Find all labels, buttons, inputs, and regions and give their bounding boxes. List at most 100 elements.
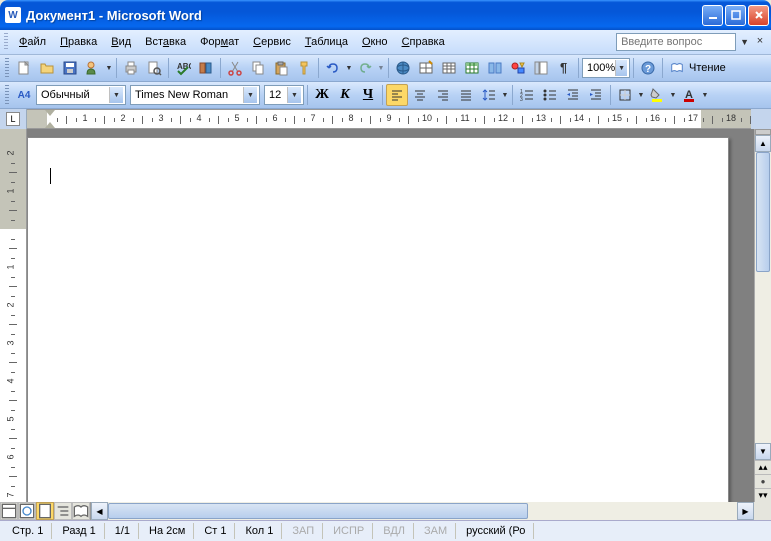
status-pages[interactable]: 1/1 — [107, 523, 139, 539]
close-button[interactable] — [748, 5, 769, 26]
research-button[interactable] — [195, 57, 217, 79]
menu-item[interactable]: Формат — [193, 33, 246, 51]
zoom-dropdown-icon[interactable]: ▼ — [615, 60, 627, 76]
open-button[interactable] — [36, 57, 58, 79]
hanging-indent-marker[interactable] — [45, 122, 55, 128]
styles-pane-button[interactable]: A4 — [13, 84, 35, 106]
hyperlink-button[interactable] — [392, 57, 414, 79]
vertical-ruler[interactable]: 2112345678 — [0, 129, 27, 502]
show-formatting-button[interactable]: ¶ — [553, 57, 575, 79]
print-button[interactable] — [120, 57, 142, 79]
horizontal-ruler[interactable]: 123456789101112131415161718 — [27, 109, 751, 129]
underline-button[interactable]: Ч — [357, 84, 379, 106]
scroll-up-button[interactable]: ▲ — [755, 135, 771, 152]
minimize-button[interactable] — [702, 5, 723, 26]
menu-close-icon[interactable]: × — [753, 35, 767, 49]
italic-button[interactable]: К — [334, 84, 356, 106]
insert-table-button[interactable] — [438, 57, 460, 79]
paste-button[interactable] — [270, 57, 292, 79]
bold-button[interactable]: Ж — [311, 84, 333, 106]
decrease-indent-button[interactable] — [562, 84, 584, 106]
status-ovr[interactable]: ЗАМ — [416, 523, 456, 539]
reading-layout-view-button[interactable] — [72, 502, 90, 520]
increase-indent-button[interactable] — [585, 84, 607, 106]
menu-item[interactable]: Справка — [395, 33, 452, 51]
highlight-button[interactable] — [646, 84, 668, 106]
status-ext[interactable]: ВДЛ — [375, 523, 414, 539]
new-document-button[interactable] — [13, 57, 35, 79]
style-dropdown-icon[interactable]: ▼ — [109, 87, 123, 103]
highlight-dropdown-icon[interactable]: ▼ — [669, 84, 677, 106]
columns-button[interactable] — [484, 57, 506, 79]
font-combo[interactable]: Times New Roman ▼ — [130, 85, 260, 105]
line-spacing-button[interactable] — [478, 84, 500, 106]
help-dropdown-icon[interactable]: ▼ — [740, 37, 749, 47]
cut-button[interactable] — [224, 57, 246, 79]
size-dropdown-icon[interactable]: ▼ — [287, 87, 301, 103]
font-color-dropdown-icon[interactable]: ▼ — [701, 84, 709, 106]
redo-dropdown-icon[interactable]: ▼ — [377, 57, 385, 79]
undo-dropdown-icon[interactable]: ▼ — [345, 57, 353, 79]
web-layout-view-button[interactable] — [18, 502, 36, 520]
menu-item[interactable]: Вставка — [138, 33, 193, 51]
hscroll-thumb[interactable] — [108, 503, 528, 519]
tables-borders-button[interactable] — [415, 57, 437, 79]
drawing-button[interactable] — [507, 57, 529, 79]
undo-button[interactable] — [322, 57, 344, 79]
next-page-button[interactable]: ▾▾ — [755, 488, 771, 502]
font-dropdown-icon[interactable]: ▼ — [243, 87, 257, 103]
menu-item[interactable]: Вид — [104, 33, 138, 51]
print-preview-button[interactable] — [143, 57, 165, 79]
maximize-button[interactable] — [725, 5, 746, 26]
borders-dropdown-icon[interactable]: ▼ — [637, 84, 645, 106]
status-language[interactable]: русский (Ро — [458, 523, 534, 539]
menu-item[interactable]: Правка — [53, 33, 104, 51]
bulleted-list-button[interactable] — [539, 84, 561, 106]
align-left-button[interactable] — [386, 84, 408, 106]
status-section[interactable]: Разд 1 — [54, 523, 104, 539]
menu-item[interactable]: Таблица — [298, 33, 355, 51]
toolbar-grip[interactable] — [5, 58, 9, 78]
browse-object-button[interactable]: ● — [755, 474, 771, 488]
prev-page-button[interactable]: ▴▴ — [755, 460, 771, 474]
first-line-indent-marker[interactable] — [45, 110, 55, 116]
menu-item[interactable]: Сервис — [246, 33, 298, 51]
document-page[interactable] — [27, 137, 729, 502]
style-combo[interactable]: Обычный ▼ — [36, 85, 126, 105]
size-combo[interactable]: 12 ▼ — [264, 85, 304, 105]
borders-button[interactable] — [614, 84, 636, 106]
permissions-button[interactable] — [82, 57, 104, 79]
align-right-button[interactable] — [432, 84, 454, 106]
save-button[interactable] — [59, 57, 81, 79]
vscroll-track[interactable] — [755, 152, 771, 443]
document-map-button[interactable] — [530, 57, 552, 79]
scroll-left-button[interactable]: ◀ — [91, 502, 108, 520]
line-spacing-dropdown-icon[interactable]: ▼ — [501, 84, 509, 106]
menubar-grip[interactable] — [4, 33, 8, 51]
status-page[interactable]: Стр. 1 — [4, 523, 52, 539]
font-color-button[interactable]: A — [678, 84, 700, 106]
help-button[interactable]: ? — [637, 57, 659, 79]
normal-view-button[interactable] — [0, 502, 18, 520]
document-viewport[interactable] — [27, 129, 754, 502]
tab-selector-button[interactable]: L — [6, 112, 20, 126]
insert-spreadsheet-button[interactable] — [461, 57, 483, 79]
toolbar-grip[interactable] — [5, 85, 9, 105]
permissions-dropdown-icon[interactable]: ▼ — [105, 57, 113, 79]
align-center-button[interactable] — [409, 84, 431, 106]
align-justify-button[interactable] — [455, 84, 477, 106]
format-painter-button[interactable] — [293, 57, 315, 79]
copy-button[interactable] — [247, 57, 269, 79]
help-search-input[interactable] — [616, 33, 736, 51]
zoom-combo[interactable]: 100% ▼ — [582, 58, 630, 78]
status-at[interactable]: На 2см — [141, 523, 194, 539]
spellcheck-button[interactable]: ABC — [172, 57, 194, 79]
status-line[interactable]: Ст 1 — [196, 523, 235, 539]
print-layout-view-button[interactable] — [36, 502, 54, 520]
status-column[interactable]: Кол 1 — [237, 523, 282, 539]
menu-item[interactable]: Файл — [12, 33, 53, 51]
hscroll-track[interactable] — [108, 502, 737, 520]
reading-mode-button[interactable]: Чтение — [666, 57, 735, 79]
status-track[interactable]: ИСПР — [325, 523, 373, 539]
redo-button[interactable] — [354, 57, 376, 79]
